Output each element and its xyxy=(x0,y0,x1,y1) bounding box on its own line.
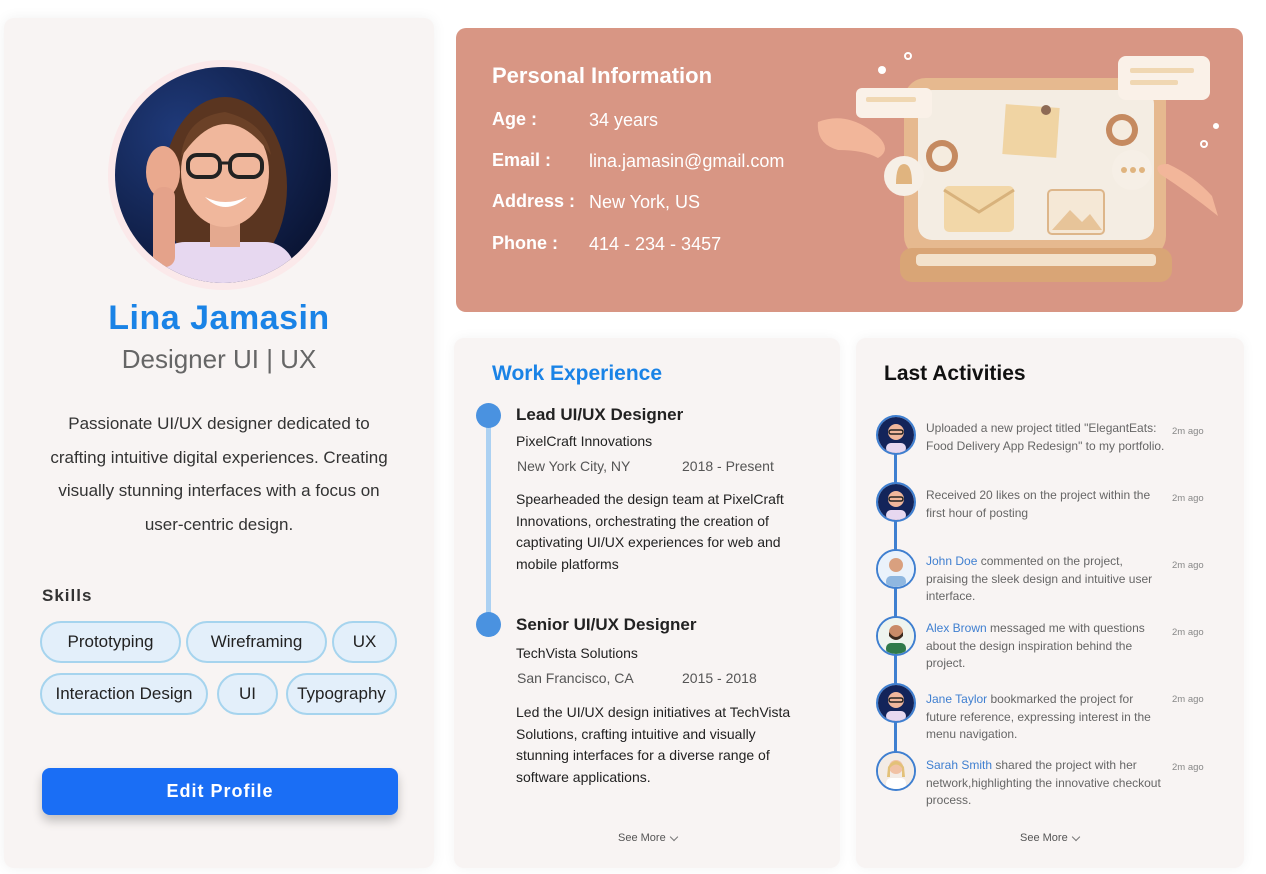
activity-text: Jane Taylor bookmarked the project for f… xyxy=(926,691,1166,744)
activity-actor[interactable]: John Doe xyxy=(926,554,977,568)
activity-time: 2m ago xyxy=(1172,560,1204,571)
job-title: Lead UI/UX Designer xyxy=(516,405,684,424)
activity-avatar xyxy=(876,415,916,455)
activity-message: Uploaded a new project titled "ElegantEa… xyxy=(926,421,1165,453)
activity-actor[interactable]: Alex Brown xyxy=(926,621,987,635)
skill-chip[interactable]: UX xyxy=(332,621,397,663)
timeline-dot xyxy=(476,403,501,428)
skills-title: Skills xyxy=(42,586,93,605)
activity-avatar xyxy=(876,683,916,723)
activity-text: Alex Brown messaged me with questions ab… xyxy=(926,620,1166,673)
see-more-label: See More xyxy=(618,832,666,844)
job-company: TechVista Solutions xyxy=(516,645,638,661)
profile-role: Designer UI | UX xyxy=(121,344,317,374)
profile-card: Lina Jamasin Designer UI | UX Passionate… xyxy=(4,18,434,868)
job-description: Led the UI/UX design initiatives at Tech… xyxy=(516,704,791,785)
timeline-dot xyxy=(476,612,501,637)
skill-chip[interactable]: Interaction Design xyxy=(40,673,208,715)
job-location: New York City, NY xyxy=(517,458,631,474)
phone-label: Phone : xyxy=(492,233,558,253)
work-see-more-link[interactable]: See More xyxy=(618,832,678,844)
activity-avatar xyxy=(876,549,916,589)
activity-avatar xyxy=(876,616,916,656)
phone-value: 414 - 234 - 3457 xyxy=(589,234,722,254)
last-activities-card: Last Activities Uploaded a new project t… xyxy=(856,338,1244,868)
activity-time: 2m ago xyxy=(1172,762,1204,773)
job-location: San Francisco, CA xyxy=(517,670,634,686)
activities-see-more-link[interactable]: See More xyxy=(1020,832,1080,844)
profile-avatar xyxy=(115,67,331,283)
activity-time: 2m ago xyxy=(1172,493,1204,504)
see-more-label: See More xyxy=(1020,832,1068,844)
activity-actor[interactable]: Jane Taylor xyxy=(926,692,987,706)
job-title: Senior UI/UX Designer xyxy=(516,615,697,634)
activity-avatar xyxy=(876,751,916,791)
address-label: Address : xyxy=(492,191,576,211)
work-experience-card: Work Experience Lead UI/UX Designer Pixe… xyxy=(454,338,840,868)
chevron-down-icon xyxy=(669,832,678,841)
edit-profile-button[interactable]: Edit Profile xyxy=(42,768,398,815)
activity-message: Received 20 likes on the project within … xyxy=(926,488,1151,520)
skill-chip[interactable]: Prototyping xyxy=(40,621,181,663)
address-value: New York, US xyxy=(589,192,701,212)
activity-text: John Doe commented on the project, prais… xyxy=(926,553,1166,606)
profile-bio: Passionate UI/UX designer dedicated to c… xyxy=(50,414,388,534)
last-activities-title: Last Activities xyxy=(884,362,1026,385)
skill-chip[interactable]: UI xyxy=(217,673,278,715)
activity-text: Uploaded a new project titled "ElegantEa… xyxy=(926,420,1166,455)
job-dates: 2018 - Present xyxy=(682,458,774,474)
email-label: Email : xyxy=(492,150,552,170)
activity-actor[interactable]: Sarah Smith xyxy=(926,758,992,772)
job-dates: 2015 - 2018 xyxy=(682,670,757,686)
activity-avatar xyxy=(876,482,916,522)
activity-time: 2m ago xyxy=(1172,694,1204,705)
job-company: PixelCraft Innovations xyxy=(516,433,653,449)
chevron-down-icon xyxy=(1071,832,1080,841)
personal-info-card: Personal Information Age : 34 years Emai… xyxy=(456,28,1243,312)
personal-info-title: Personal Information xyxy=(492,63,713,88)
job-description: Spearheaded the design team at PixelCraf… xyxy=(516,491,784,572)
activity-text: Received 20 likes on the project within … xyxy=(926,487,1166,522)
age-value: 34 years xyxy=(589,110,659,130)
skill-chip[interactable]: Wireframing xyxy=(186,621,327,663)
activity-time: 2m ago xyxy=(1172,627,1204,638)
work-experience-title: Work Experience xyxy=(492,362,663,385)
laptop-illustration xyxy=(808,40,1228,305)
email-value: lina.jamasin@gmail.com xyxy=(589,151,785,171)
age-label: Age : xyxy=(492,109,537,129)
profile-name: Lina Jamasin xyxy=(108,299,330,337)
skill-chip[interactable]: Typography xyxy=(286,673,397,715)
activity-text: Sarah Smith shared the project with her … xyxy=(926,757,1166,810)
activity-time: 2m ago xyxy=(1172,426,1204,437)
timeline-line xyxy=(486,416,491,626)
